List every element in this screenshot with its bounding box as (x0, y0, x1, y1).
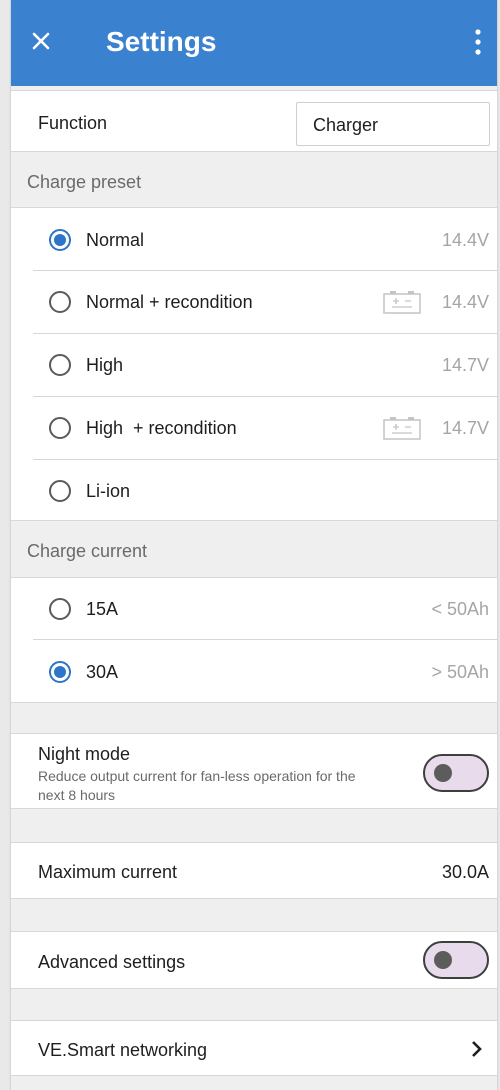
charge-current-list: 15A < 50Ah 30A > 50Ah (11, 578, 497, 702)
current-label: 15A (86, 599, 119, 619)
night-mode-toggle[interactable] (423, 754, 489, 792)
preset-label: Normal (86, 230, 145, 250)
preset-option-li-ion[interactable]: Li-ion (11, 460, 497, 520)
smart-networking-label: VE.Smart networking (38, 1040, 208, 1060)
radio-15a[interactable] (49, 598, 71, 620)
toggle-knob (434, 951, 452, 969)
night-mode-row: Night mode Reduce output current for fan… (11, 733, 497, 809)
advanced-settings-toggle[interactable] (423, 941, 489, 979)
more-vert-icon[interactable] (473, 28, 483, 56)
preset-label: Li-ion (86, 481, 131, 501)
preset-voltage: 14.4V (441, 230, 489, 250)
charge-current-title: Charge current (27, 541, 148, 561)
radio-high[interactable] (49, 354, 71, 376)
toggle-knob (434, 764, 452, 782)
page-title: Settings (106, 26, 217, 57)
maximum-current-value: 30.0A (441, 862, 489, 882)
battery-icon (383, 291, 421, 314)
current-option-30a[interactable]: 30A > 50Ah (11, 640, 497, 702)
preset-option-normal[interactable]: Normal 14.4V (11, 208, 497, 270)
night-mode-description-line1: Reduce output current for fan-less opera… (38, 768, 356, 784)
advanced-settings-row: Advanced settings (11, 931, 497, 989)
spacer (11, 989, 497, 1020)
radio-normal-recondition[interactable] (49, 291, 71, 313)
preset-voltage: 14.7V (441, 418, 489, 438)
preset-voltage: 14.4V (441, 292, 489, 312)
charge-preset-header: Charge preset (11, 151, 497, 208)
spacer (11, 899, 497, 931)
preset-label: High + recondition (86, 418, 237, 438)
charge-preset-list: Normal 14.4V Normal + recondition 14.4V … (11, 208, 497, 520)
maximum-current-row[interactable]: Maximum current 30.0A (11, 842, 497, 899)
night-mode-description-line2: next 8 hours (38, 787, 116, 803)
charge-current-header: Charge current (11, 520, 497, 578)
function-select[interactable]: Charger (296, 102, 490, 146)
charge-preset-title: Charge preset (27, 172, 142, 192)
spacer (11, 702, 497, 733)
preset-label: Normal + recondition (86, 292, 253, 312)
maximum-current-label: Maximum current (38, 862, 178, 882)
radio-30a[interactable] (49, 661, 71, 683)
preset-option-high[interactable]: High 14.7V (11, 334, 497, 396)
spacer (11, 1076, 497, 1090)
night-mode-label: Night mode (38, 744, 131, 764)
radio-normal[interactable] (49, 229, 71, 251)
function-value: Charger (313, 115, 379, 135)
smart-networking-row[interactable]: VE.Smart networking (11, 1020, 497, 1076)
radio-li-ion[interactable] (49, 480, 71, 502)
preset-option-high-recondition[interactable]: High + recondition 14.7V (11, 397, 497, 459)
current-capacity: > 50Ah (431, 662, 489, 682)
preset-voltage: 14.7V (441, 355, 489, 375)
chevron-right-icon (472, 1041, 482, 1057)
settings-screen: Settings Function Charger Charge preset … (11, 0, 497, 1090)
current-label: 30A (86, 662, 119, 682)
current-capacity: < 50Ah (431, 599, 489, 619)
close-icon[interactable] (29, 29, 53, 53)
advanced-settings-label: Advanced settings (38, 952, 186, 972)
preset-option-normal-recondition[interactable]: Normal + recondition 14.4V (11, 271, 497, 333)
spacer (11, 809, 497, 842)
app-bar: Settings (11, 0, 497, 86)
function-label: Function (38, 113, 108, 133)
function-row: Function Charger (11, 90, 497, 151)
radio-high-recondition[interactable] (49, 417, 71, 439)
battery-icon (383, 417, 421, 440)
current-option-15a[interactable]: 15A < 50Ah (11, 578, 497, 639)
preset-label: High (86, 355, 124, 375)
